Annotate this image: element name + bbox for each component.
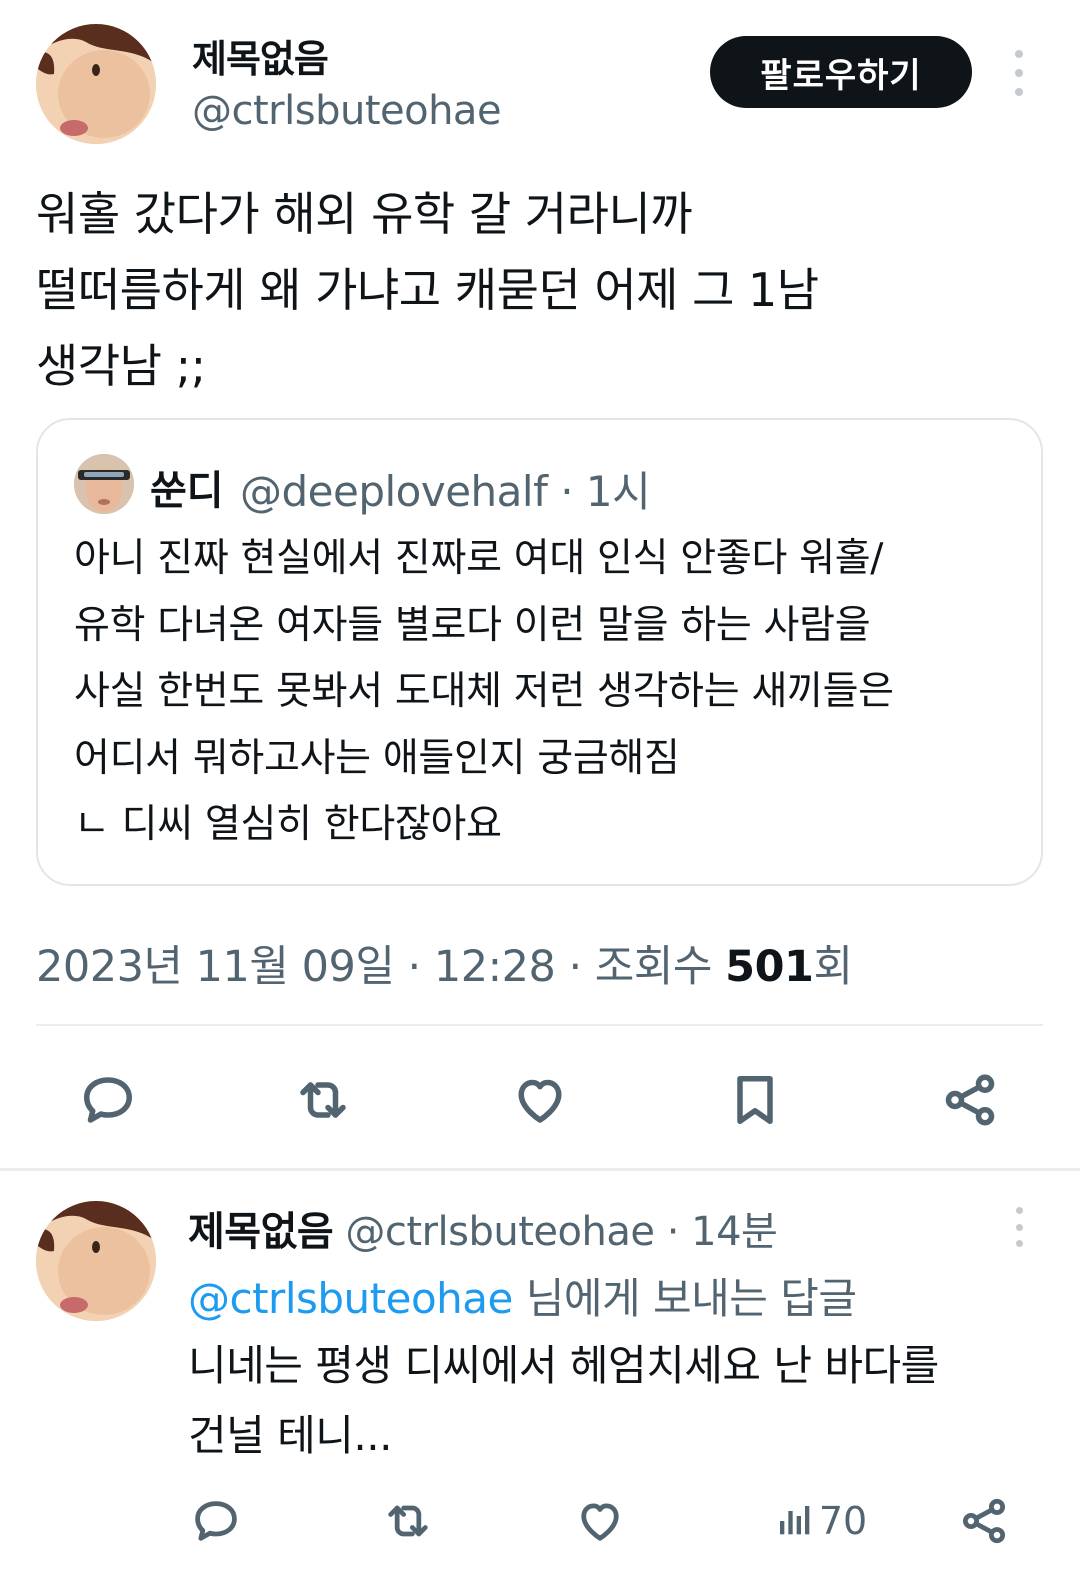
author-avatar[interactable] [36, 24, 156, 144]
heart-icon[interactable] [572, 1491, 628, 1551]
share-icon[interactable] [932, 1062, 1008, 1138]
follow-button[interactable]: 팔로우하기 [710, 36, 972, 108]
reply-text-line: 니네는 평생 디씨에서 헤엄치세요 난 바다를 [188, 1341, 939, 1390]
tweet-meta: 2023년 11월 09일 · 12:28 · 조회수 501회 [36, 932, 853, 994]
tweet-actions [0, 1062, 1080, 1138]
view-suffix: 회 [813, 942, 853, 992]
author-handle[interactable]: @ctrlsbuteohae [192, 88, 502, 134]
retweet-icon[interactable] [285, 1062, 361, 1138]
quote-text-line: ㄴ 디씨 열심히 한다잖아요 [74, 802, 502, 847]
main-tweet: 제목없음 @ctrlsbuteohae 팔로우하기 워홀 갔다가 해외 유학 갈… [0, 0, 1080, 1168]
quoted-tweet[interactable]: 쑨디 @deeplovehalf · 1시 아니 진짜 현실에서 진짜로 여대 … [36, 418, 1043, 886]
reply-header: 제목없음 @ctrlsbuteohae · 14분 [188, 1199, 778, 1257]
quote-author-name: 쑨디 [150, 468, 224, 514]
views-button[interactable]: 70 [766, 1491, 876, 1551]
quote-author-avatar [74, 454, 134, 514]
reply-author-avatar[interactable] [36, 1201, 156, 1321]
reply-tweet[interactable]: 제목없음 @ctrlsbuteohae · 14분 @ctrlsbuteohae… [0, 1171, 1080, 1570]
reply-text-line: 건널 테니... [188, 1411, 392, 1460]
reply-text: 니네는 평생 디씨에서 헤엄치세요 난 바다를 건널 테니... [188, 1331, 939, 1471]
divider [36, 1024, 1043, 1026]
tweet-text-line: 워홀 갔다가 해외 유학 갈 거라니까 [36, 187, 693, 241]
more-options-icon[interactable] [1002, 50, 1036, 96]
quote-text: 아니 진짜 현실에서 진짜로 여대 인식 안좋다 워홀/ 유학 다녀온 여자들 … [74, 526, 1024, 859]
bookmark-icon[interactable] [717, 1062, 793, 1138]
quote-text-line: 유학 다녀온 여자들 별로다 이런 말을 하는 사람을 [74, 602, 871, 648]
quote-text-line: 어디서 뭐하고사는 애들인지 궁금해짐 [74, 735, 680, 781]
tweet-text-line: 생각남 ;; [36, 339, 206, 393]
replying-to: @ctrlsbuteohae 님에게 보내는 답글 [188, 1265, 857, 1326]
reply-icon[interactable] [188, 1491, 244, 1551]
retweet-icon[interactable] [380, 1491, 436, 1551]
share-icon[interactable] [956, 1491, 1012, 1551]
reply-actions: 70 [0, 1491, 1080, 1551]
timestamp: 2023년 11월 09일 · 12:28 · 조회수 [36, 942, 726, 992]
reply-to-label: 님에게 보내는 답글 [512, 1274, 857, 1323]
tweet-text-line: 떨떠름하게 왜 가냐고 캐묻던 어제 그 1남 [36, 263, 819, 317]
reply-author-name[interactable]: 제목없음 [188, 1209, 334, 1255]
author-name[interactable]: 제목없음 [192, 28, 329, 83]
more-options-icon[interactable] [1002, 1207, 1036, 1247]
reply-icon[interactable] [70, 1062, 146, 1138]
quote-text-line: 아니 진짜 현실에서 진짜로 여대 인식 안좋다 워홀/ [74, 536, 884, 581]
heart-icon[interactable] [502, 1062, 578, 1138]
views-count: 70 [818, 1499, 868, 1543]
view-count[interactable]: 501 [725, 942, 814, 992]
quote-author-handle: @deeplovehalf · 1시 [240, 467, 651, 516]
reply-handle-time[interactable]: @ctrlsbuteohae · 14분 [333, 1209, 777, 1255]
reply-mention-link[interactable]: @ctrlsbuteohae [188, 1274, 513, 1323]
tweet-text: 워홀 갔다가 해외 유학 갈 거라니까 떨떠름하게 왜 가냐고 캐묻던 어제 그… [36, 176, 1036, 404]
quote-text-line: 사실 한번도 못봐서 도대체 저런 생각하는 새끼들은 [74, 669, 894, 714]
views-icon [779, 1506, 810, 1535]
